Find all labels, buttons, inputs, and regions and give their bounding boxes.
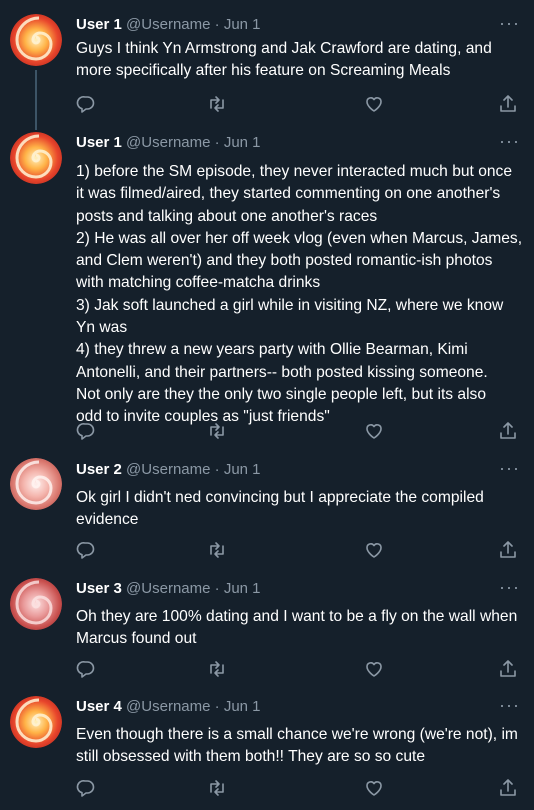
username[interactable]: @Username bbox=[126, 134, 210, 151]
reply-icon[interactable] bbox=[76, 659, 96, 679]
more-options-icon[interactable]: ··· bbox=[499, 694, 520, 716]
username[interactable]: @Username bbox=[126, 16, 210, 33]
username[interactable]: @Username bbox=[126, 698, 210, 715]
tweet-header: User 1 @Username · Jun 1 ··· bbox=[76, 130, 534, 154]
retweet-icon[interactable] bbox=[207, 421, 227, 441]
timestamp[interactable]: Jun 1 bbox=[224, 580, 261, 597]
retweet-icon[interactable] bbox=[207, 540, 227, 560]
reply-icon[interactable] bbox=[76, 778, 96, 798]
username[interactable]: @Username bbox=[126, 461, 210, 478]
share-icon[interactable] bbox=[498, 421, 518, 441]
separator-dot: · bbox=[214, 16, 220, 33]
tweet-header: User 1 @Username · Jun 1 ··· bbox=[76, 12, 534, 36]
separator-dot: · bbox=[214, 134, 220, 151]
avatar[interactable] bbox=[10, 14, 62, 66]
tweet-text: Oh they are 100% dating and I want to be… bbox=[76, 608, 518, 648]
more-options-icon[interactable]: ··· bbox=[499, 576, 520, 598]
share-icon[interactable] bbox=[498, 540, 518, 560]
timestamp[interactable]: Jun 1 bbox=[224, 461, 261, 478]
retweet-icon[interactable] bbox=[207, 94, 227, 114]
separator-dot: · bbox=[214, 698, 220, 715]
retweet-icon[interactable] bbox=[207, 659, 227, 679]
more-options-icon[interactable]: ··· bbox=[499, 130, 520, 152]
tweet[interactable]: User 1 @Username · Jun 1 ··· 1) before t… bbox=[0, 130, 534, 450]
avatar[interactable] bbox=[10, 578, 62, 630]
share-icon[interactable] bbox=[498, 659, 518, 679]
tweet-text: Guys I think Yn Armstrong and Jak Crawfo… bbox=[76, 40, 492, 80]
retweet-icon[interactable] bbox=[207, 778, 227, 798]
tweet-text: 1) before the SM episode, they never int… bbox=[76, 163, 523, 426]
share-icon[interactable] bbox=[498, 778, 518, 798]
reply-icon[interactable] bbox=[76, 421, 96, 441]
tweet[interactable]: User 2 @Username · Jun 1 ··· Ok girl I d… bbox=[0, 458, 534, 570]
tweet-header: User 2 @Username · Jun 1 ··· bbox=[76, 457, 534, 481]
tweet-text: Even though there is a small chance we'r… bbox=[76, 726, 518, 766]
display-name[interactable]: User 1 bbox=[76, 16, 122, 33]
avatar[interactable] bbox=[10, 132, 62, 184]
tweet-actions bbox=[76, 421, 522, 441]
share-icon[interactable] bbox=[498, 94, 518, 114]
tweet[interactable]: User 3 @Username · Jun 1 ··· Oh they are… bbox=[0, 576, 534, 688]
display-name[interactable]: User 3 bbox=[76, 580, 122, 597]
timestamp[interactable]: Jun 1 bbox=[224, 134, 261, 151]
tweet-actions bbox=[76, 94, 522, 114]
timestamp[interactable]: Jun 1 bbox=[224, 698, 261, 715]
separator-dot: · bbox=[214, 461, 220, 478]
tweet-header: User 4 @Username · Jun 1 ··· bbox=[76, 694, 534, 718]
like-icon[interactable] bbox=[364, 421, 384, 441]
display-name[interactable]: User 4 bbox=[76, 698, 122, 715]
like-icon[interactable] bbox=[364, 778, 384, 798]
reply-icon[interactable] bbox=[76, 94, 96, 114]
username[interactable]: @Username bbox=[126, 580, 210, 597]
like-icon[interactable] bbox=[364, 540, 384, 560]
avatar[interactable] bbox=[10, 696, 62, 748]
display-name[interactable]: User 2 bbox=[76, 461, 122, 478]
like-icon[interactable] bbox=[364, 659, 384, 679]
like-icon[interactable] bbox=[364, 94, 384, 114]
tweet-actions bbox=[76, 540, 522, 560]
timestamp[interactable]: Jun 1 bbox=[224, 16, 261, 33]
tweet-actions bbox=[76, 659, 522, 679]
separator-dot: · bbox=[214, 580, 220, 597]
tweet[interactable]: User 1 @Username · Jun 1 ··· Guys I thin… bbox=[0, 0, 534, 130]
display-name[interactable]: User 1 bbox=[76, 134, 122, 151]
reply-icon[interactable] bbox=[76, 540, 96, 560]
more-options-icon[interactable]: ··· bbox=[499, 12, 520, 34]
tweet-actions bbox=[76, 778, 522, 798]
tweet[interactable]: User 4 @Username · Jun 1 ··· Even though… bbox=[0, 694, 534, 810]
thread-line bbox=[35, 70, 37, 130]
avatar[interactable] bbox=[10, 458, 62, 510]
tweet-text: Ok girl I didn't ned convincing but I ap… bbox=[76, 489, 484, 529]
tweet-header: User 3 @Username · Jun 1 ··· bbox=[76, 576, 534, 600]
more-options-icon[interactable]: ··· bbox=[499, 457, 520, 479]
